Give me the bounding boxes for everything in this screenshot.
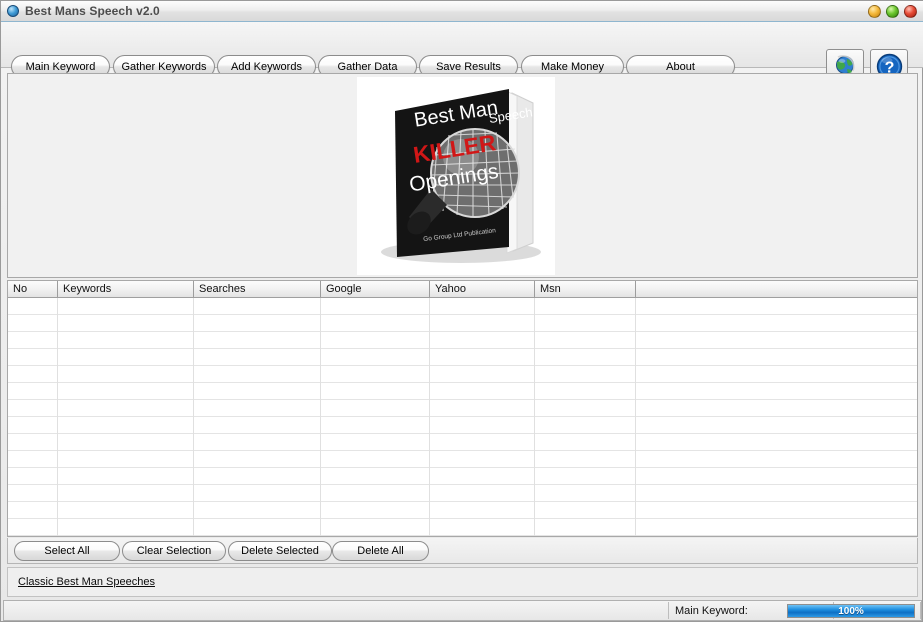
progress-bar: 100% (787, 604, 915, 618)
column-header-searches[interactable]: Searches (194, 281, 321, 297)
table-row[interactable] (8, 519, 917, 536)
table-row[interactable] (8, 451, 917, 468)
column-header-keywords[interactable]: Keywords (58, 281, 194, 297)
clear-selection-button[interactable]: Clear Selection (122, 541, 226, 561)
table-row[interactable] (8, 485, 917, 502)
delete-all-button[interactable]: Delete All (332, 541, 429, 561)
book-cover-image: Best Man Speech KILLER Openings Go Group… (357, 77, 555, 275)
table-row[interactable] (8, 315, 917, 332)
close-button[interactable] (904, 5, 917, 18)
application-window: Best Mans Speech v2.0 Main Keyword Gathe… (0, 0, 923, 622)
app-icon (7, 5, 19, 17)
column-header-msn[interactable]: Msn (535, 281, 636, 297)
window-title: Best Mans Speech v2.0 (25, 4, 160, 18)
table-row[interactable] (8, 417, 917, 434)
status-bar: Main Keyword: 0 item listed 100% (3, 600, 922, 621)
select-all-button[interactable]: Select All (14, 541, 120, 561)
toolbar: Main Keyword Gather Keywords Add Keyword… (1, 22, 923, 68)
table-row[interactable] (8, 349, 917, 366)
column-header-google[interactable]: Google (321, 281, 430, 297)
table-row[interactable] (8, 468, 917, 485)
classic-best-man-speeches-link[interactable]: Classic Best Man Speeches (18, 576, 155, 588)
selection-action-bar: Select All Clear Selection Delete Select… (7, 538, 918, 564)
table-row[interactable] (8, 366, 917, 383)
results-table: No Keywords Searches Google Yahoo Msn (7, 280, 918, 537)
table-header-row: No Keywords Searches Google Yahoo Msn (8, 281, 917, 298)
progress-bar-label: 100% (838, 606, 864, 617)
table-row[interactable] (8, 298, 917, 315)
book-cover-graphic: Best Man Speech KILLER Openings Go Group… (357, 77, 555, 275)
cover-panel: Best Man Speech KILLER Openings Go Group… (7, 73, 918, 278)
progress-bar-fill: 100% (788, 605, 914, 617)
table-row[interactable] (8, 400, 917, 417)
status-divider (920, 602, 921, 619)
table-row[interactable] (8, 383, 917, 400)
delete-selected-button[interactable]: Delete Selected (228, 541, 332, 561)
column-header-blank[interactable] (636, 281, 917, 297)
table-body[interactable] (8, 298, 917, 537)
maximize-button[interactable] (886, 5, 899, 18)
title-bar: Best Mans Speech v2.0 (1, 1, 923, 22)
table-row[interactable] (8, 502, 917, 519)
window-controls (868, 5, 917, 18)
column-header-yahoo[interactable]: Yahoo (430, 281, 535, 297)
column-header-no[interactable]: No (8, 281, 58, 297)
table-row[interactable] (8, 434, 917, 451)
minimize-button[interactable] (868, 5, 881, 18)
promo-link-bar: Classic Best Man Speeches (7, 567, 918, 597)
table-row[interactable] (8, 332, 917, 349)
